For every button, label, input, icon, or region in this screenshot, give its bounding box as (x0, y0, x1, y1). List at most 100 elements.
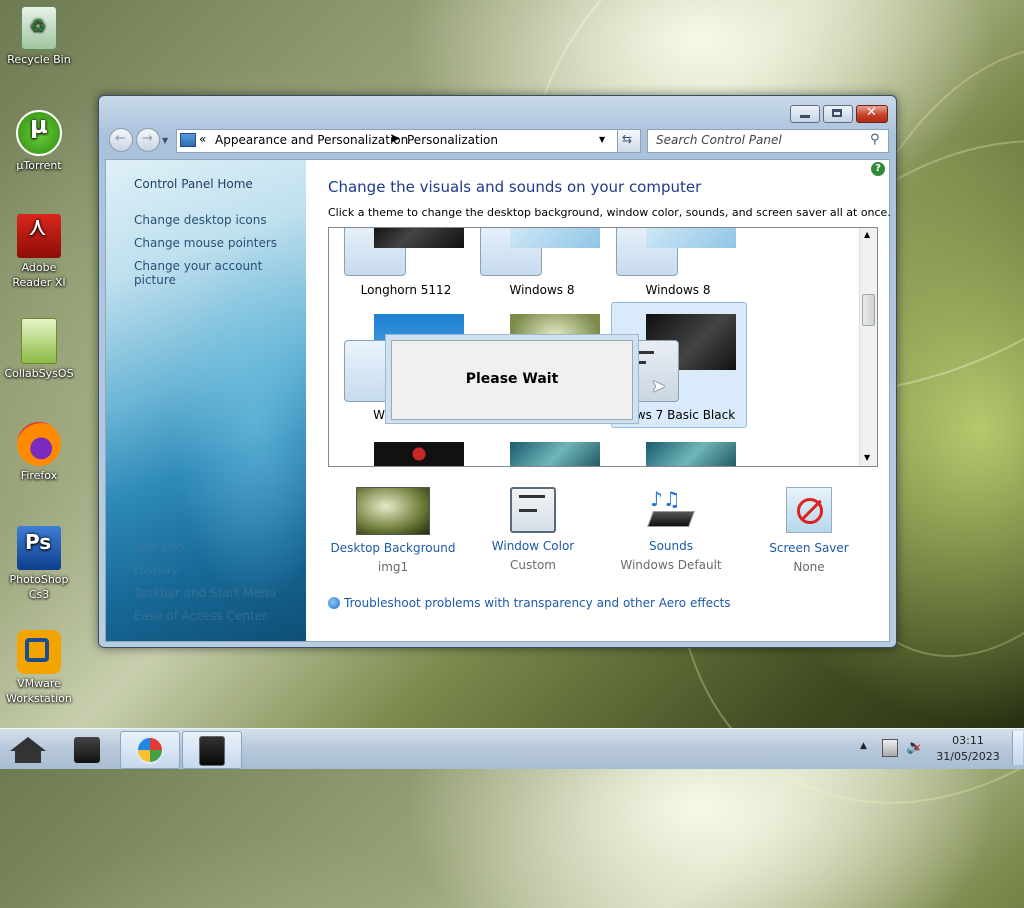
search-box[interactable]: Search Control Panel ⚲ (647, 129, 889, 153)
address-bar[interactable]: « Appearance and Personalization ▶ Perso… (176, 129, 618, 153)
desktop-icon-firefox[interactable]: Firefox (0, 422, 78, 483)
troubleshoot-label[interactable]: Troubleshoot problems with transparency … (344, 596, 731, 610)
desktop-icon-recycle-bin[interactable]: ♻ Recycle Bin (0, 6, 78, 67)
page-subheading: Click a theme to change the desktop back… (328, 206, 891, 219)
search-icon[interactable]: ⚲ (870, 132, 880, 147)
clock-date: 31/05/2023 (936, 750, 1000, 763)
photoshop-icon: Ps (17, 526, 61, 570)
theme-label: Windows 8 (509, 283, 575, 297)
refresh-button[interactable]: ⇆ (617, 129, 641, 153)
clock-time: 03:11 (952, 734, 984, 747)
desktop-background-link[interactable]: Desktop Background (328, 541, 458, 555)
ease-of-access-link[interactable]: Ease of Access Center (134, 609, 267, 623)
breadcrumb-root[interactable]: Appearance and Personalization (215, 133, 408, 147)
desktop-icon-utorrent[interactable]: µ µTorrent (0, 110, 78, 173)
please-wait-dialog: Please Wait (385, 334, 639, 424)
cabinet-icon (74, 737, 100, 763)
theme-label: Longhorn 5112 (360, 283, 452, 297)
vmware-icon (17, 630, 61, 674)
address-dropdown-icon[interactable]: ▼ (599, 135, 605, 144)
sounds-icon: ♪♫ (646, 487, 696, 533)
desktop-icon-label: Adobe Reader XI (12, 261, 66, 289)
scroll-up-icon[interactable]: ▲ (864, 230, 870, 239)
taskbar-app-button[interactable] (182, 731, 242, 769)
theme-preview-image (510, 442, 600, 466)
windows-logo-icon (136, 736, 164, 764)
forward-button[interactable]: → (136, 128, 160, 152)
desktop-icon-adobe-reader[interactable]: ⋏ Adobe Reader XI (0, 214, 78, 290)
close-button[interactable]: ✕ (856, 105, 888, 123)
back-button[interactable]: ← (109, 128, 133, 152)
content-area: Control Panel Home Change desktop icons … (105, 159, 891, 642)
left-navigation-pane: Control Panel Home Change desktop icons … (106, 160, 306, 641)
minimize-button[interactable] (790, 105, 820, 123)
screen-saver-value: None (793, 560, 825, 574)
personalization-window: ✕ ← → ▼ « Appearance and Personalization… (98, 95, 897, 648)
sounds-link[interactable]: Sounds (606, 539, 736, 553)
display-link[interactable]: Display (134, 563, 178, 577)
control-panel-home-link[interactable]: Control Panel Home (134, 177, 253, 191)
desktop-icon-photoshop[interactable]: Ps PhotoShop Cs3 (0, 526, 78, 602)
recent-pages-dropdown[interactable]: ▼ (162, 136, 168, 145)
window-color-link[interactable]: Window Color (468, 539, 598, 553)
sounds-value: Windows Default (620, 558, 722, 572)
mouse-cursor-icon: ➤ (651, 376, 667, 397)
maximize-icon (832, 109, 842, 117)
window-color-value: Custom (510, 558, 556, 572)
show-desktop-button[interactable] (1012, 731, 1023, 765)
network-icon[interactable] (882, 739, 898, 757)
forward-arrow-icon: → (142, 131, 153, 146)
theme-preview-image (374, 442, 464, 466)
page-heading: Change the visuals and sounds on your co… (328, 178, 702, 196)
window-color-icon (510, 487, 556, 533)
desktop-icon-label: µTorrent (16, 159, 62, 172)
change-account-picture-link[interactable]: Change your account picture (134, 259, 306, 287)
troubleshoot-icon (328, 597, 340, 609)
window-color-item[interactable]: Window Color Custom (468, 487, 598, 572)
desktop-icon-label: Firefox (20, 469, 58, 482)
maximize-button[interactable] (823, 105, 853, 123)
scroll-down-icon[interactable]: ▼ (864, 453, 870, 462)
screen-saver-link[interactable]: Screen Saver (744, 541, 874, 555)
home-button[interactable] (0, 731, 58, 767)
search-input[interactable]: Search Control Panel (656, 133, 782, 147)
scrollbar-thumb[interactable] (862, 294, 875, 326)
screen-saver-icon (786, 487, 832, 533)
minimize-icon (800, 115, 810, 118)
home-icon (10, 737, 46, 751)
change-desktop-icons-link[interactable]: Change desktop icons (134, 213, 267, 227)
desktop-icon-label: CollabSysOS (4, 367, 74, 380)
desktop-icon-vmware[interactable]: VMware Workstation (0, 630, 78, 706)
file-manager-button[interactable] (58, 731, 116, 767)
theme-preview-image (510, 228, 600, 248)
screen-saver-item[interactable]: Screen Saver None (744, 487, 874, 574)
see-also-heading: See also (134, 540, 185, 554)
desktop-icon-label: Recycle Bin (7, 53, 71, 66)
home-icon-body (15, 751, 41, 763)
back-arrow-icon: ← (115, 131, 126, 146)
terminal-app-icon (199, 736, 225, 766)
show-hidden-icons-button[interactable]: ▲ (860, 741, 867, 751)
theme-list-scrollbar[interactable]: ▲ ▼ (859, 228, 877, 466)
breadcrumb-overflow[interactable]: « (199, 132, 206, 146)
taskbar: ▲ 🔈 ✕ 03:11 31/05/2023 (0, 728, 1024, 769)
theme-preview-image (646, 442, 736, 466)
breadcrumb-current[interactable]: Personalization (407, 133, 498, 147)
sounds-item[interactable]: ♪♫ Sounds Windows Default (606, 487, 736, 572)
desktop-background-value: img1 (377, 560, 409, 574)
help-icon[interactable]: ? (871, 162, 885, 176)
change-mouse-pointers-link[interactable]: Change mouse pointers (134, 236, 277, 250)
desktop-icon-label: PhotoShop Cs3 (9, 573, 69, 601)
desktop-background-item[interactable]: Desktop Background img1 (328, 487, 458, 574)
refresh-icon: ⇆ (622, 132, 633, 146)
desktop-background-icon (356, 487, 430, 535)
recycle-bin-icon: ♻ (21, 6, 57, 50)
folder-icon (21, 318, 57, 364)
close-icon: ✕ (866, 105, 877, 120)
utorrent-icon: µ (16, 110, 62, 156)
start-button[interactable] (120, 731, 180, 769)
taskbar-start-menu-link[interactable]: Taskbar and Start Menu (134, 586, 276, 600)
clock[interactable]: 03:11 31/05/2023 (932, 733, 1004, 765)
aero-troubleshoot-link[interactable]: Troubleshoot problems with transparency … (328, 596, 731, 610)
desktop-icon-collabsysos[interactable]: CollabSysOS (0, 318, 78, 381)
